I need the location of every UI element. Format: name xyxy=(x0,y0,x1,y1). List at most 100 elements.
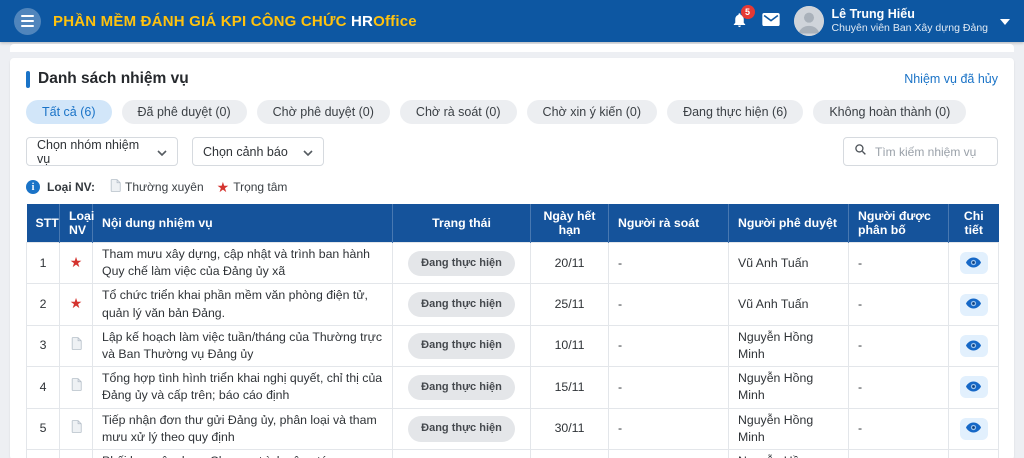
title-accent-bar xyxy=(26,70,30,88)
view-details-button[interactable] xyxy=(959,335,988,358)
view-details-button[interactable] xyxy=(959,293,988,316)
notification-count-badge: 5 xyxy=(740,4,755,19)
star-icon: ★ xyxy=(216,179,230,195)
task-reviewer: - xyxy=(608,283,729,326)
task-detail-cell xyxy=(948,241,999,285)
task-detail-cell xyxy=(948,283,999,326)
column-header: Trạng thái xyxy=(392,204,531,243)
task-due-date: 20/11 xyxy=(530,241,609,285)
column-header: Ngày hết hạn xyxy=(530,204,609,243)
status-badge: Đang thực hiện xyxy=(408,333,515,359)
task-stt: 6 xyxy=(26,449,60,458)
view-details-button[interactable] xyxy=(959,376,988,399)
task-type-legend: i Loại NV: Thường xuyên ★ Trọng tâm xyxy=(26,179,998,195)
column-header: STT xyxy=(26,204,60,243)
status-tab[interactable]: Tất cả (6) xyxy=(26,100,112,124)
task-assignee: - xyxy=(848,241,949,285)
task-content: Tiếp nhận đơn thư gửi Đảng ủy, phân loại… xyxy=(92,407,393,451)
task-status-cell: Đang thực hiện xyxy=(392,449,531,458)
view-details-button[interactable] xyxy=(959,417,988,440)
task-status-cell: Đang thực hiện xyxy=(392,283,531,326)
table-row: 6 ★ Phối hợp xây dựng Chương trình công … xyxy=(26,449,999,458)
task-group-select[interactable]: Chọn nhóm nhiệm vụ xyxy=(26,137,178,166)
task-detail-cell xyxy=(948,449,999,458)
task-stt: 5 xyxy=(26,407,60,451)
search-input[interactable] xyxy=(875,144,985,159)
status-tab[interactable]: Chờ phê duyệt (0) xyxy=(256,100,390,124)
notifications-button[interactable]: 5 xyxy=(731,4,755,32)
star-icon: ★ xyxy=(69,253,83,270)
status-tab[interactable]: Chờ rà soát (0) xyxy=(399,100,517,124)
view-details-button[interactable] xyxy=(959,252,988,275)
column-header: Nội dung nhiệm vụ xyxy=(92,204,393,243)
status-badge: Đang thực hiện xyxy=(408,291,515,318)
task-approver: Nguyễn Hồng Minh xyxy=(728,449,849,458)
task-due-date: 15/11 xyxy=(530,366,609,409)
column-header: Người rà soát xyxy=(608,204,729,243)
status-tab[interactable]: Đã phê duyệt (0) xyxy=(121,100,247,124)
task-due-date: 10/11 xyxy=(530,324,609,368)
task-reviewer: - xyxy=(608,324,729,368)
task-stt: 2 xyxy=(26,283,60,326)
table-row: 4 ★ Tổng hợp tình hình triển khai nghị q… xyxy=(26,366,999,409)
task-table-body: 1 ★ Tham mưu xây dựng, cập nhật và trình… xyxy=(26,241,999,458)
status-badge: Đang thực hiện xyxy=(408,250,515,276)
user-name: Lê Trung Hiếu xyxy=(831,6,915,21)
document-icon xyxy=(71,337,82,353)
task-type-cell: ★ xyxy=(59,407,93,451)
task-type-cell: ★ xyxy=(59,241,93,285)
page-title: Danh sách nhiệm vụ xyxy=(38,70,189,87)
cancelled-tasks-link[interactable]: Nhiệm vụ đã hủy xyxy=(904,72,998,86)
task-detail-cell xyxy=(948,407,999,451)
search-icon xyxy=(854,143,867,161)
task-assignee: - xyxy=(848,407,949,451)
table-header-row: STT Loại NV Nội dung nhiệm vụ Trạng thái Ngà… xyxy=(26,204,999,243)
avatar xyxy=(793,6,824,36)
header-sub-strip xyxy=(10,44,1014,52)
task-status-cell: Đang thực hiện xyxy=(392,324,531,368)
eye-icon xyxy=(966,380,981,395)
chevron-down-icon xyxy=(157,145,167,159)
hamburger-menu-button[interactable] xyxy=(14,7,41,35)
top-header: PHẦN MỀM ĐÁNH GIÁ KPI CÔNG CHỨC HROffice… xyxy=(0,0,1024,42)
status-badge: Đang thực hiện xyxy=(408,374,515,401)
task-approver: Nguyễn Hồng Minh xyxy=(728,324,849,368)
task-stt: 1 xyxy=(26,241,60,285)
column-header: Chi tiết xyxy=(948,204,999,243)
search-box xyxy=(843,137,998,166)
task-content: Tổng hợp tình hình triển khai nghị quyết… xyxy=(92,366,393,409)
task-type-cell: ★ xyxy=(59,324,93,368)
table-row: 3 ★ Lập kế hoạch làm việc tuần/tháng của… xyxy=(26,324,999,368)
chevron-down-icon xyxy=(303,145,313,159)
messages-button[interactable] xyxy=(761,13,780,29)
alert-select[interactable]: Chọn cảnh báo xyxy=(192,137,324,166)
column-header: Người được phân bố xyxy=(848,204,949,243)
info-icon: i xyxy=(26,180,40,194)
task-due-date: 30/11 xyxy=(530,407,609,451)
document-icon xyxy=(71,419,82,436)
task-reviewer: - xyxy=(608,407,729,451)
column-header: Loại NV xyxy=(59,204,94,243)
status-tab[interactable]: Không hoàn thành (0) xyxy=(813,100,967,124)
status-tab[interactable]: Chờ xin ý kiến (0) xyxy=(526,100,658,124)
task-status-cell: Đang thực hiện xyxy=(392,366,531,409)
table-row: 1 ★ Tham mưu xây dựng, cập nhật và trình… xyxy=(26,241,999,285)
task-due-date: 30/11 xyxy=(530,449,609,458)
task-approver: Vũ Anh Tuấn xyxy=(728,283,849,326)
task-reviewer: - xyxy=(608,449,729,458)
task-stt: 4 xyxy=(26,366,60,409)
task-content: Phối hợp xây dựng Chương trình công tác … xyxy=(92,449,393,458)
task-reviewer: - xyxy=(608,366,729,409)
task-status-cell: Đang thực hiện xyxy=(392,407,531,451)
status-filter-tabs: Tất cả (6) Đã phê duyệt (0) Chờ phê duyệt … xyxy=(26,100,998,124)
task-detail-cell xyxy=(948,366,999,409)
app-title: PHẦN MỀM ĐÁNH GIÁ KPI CÔNG CHỨC HROffice xyxy=(53,12,417,30)
table-row: 2 ★ Tổ chức triển khai phần mềm văn phòn… xyxy=(26,283,999,326)
task-status-cell: Đang thực hiện xyxy=(392,241,531,285)
status-tab[interactable]: Đang thực hiện (6) xyxy=(667,100,804,124)
user-menu[interactable]: Lê Trung Hiếu Chuyên viên Ban Xây dựng Đ… xyxy=(793,6,1010,36)
task-reviewer: - xyxy=(608,241,729,285)
eye-icon xyxy=(966,297,981,312)
task-list-panel: Danh sách nhiệm vụ Nhiệm vụ đã hủy Tất c… xyxy=(10,58,1014,458)
task-assignee: - xyxy=(848,366,949,409)
